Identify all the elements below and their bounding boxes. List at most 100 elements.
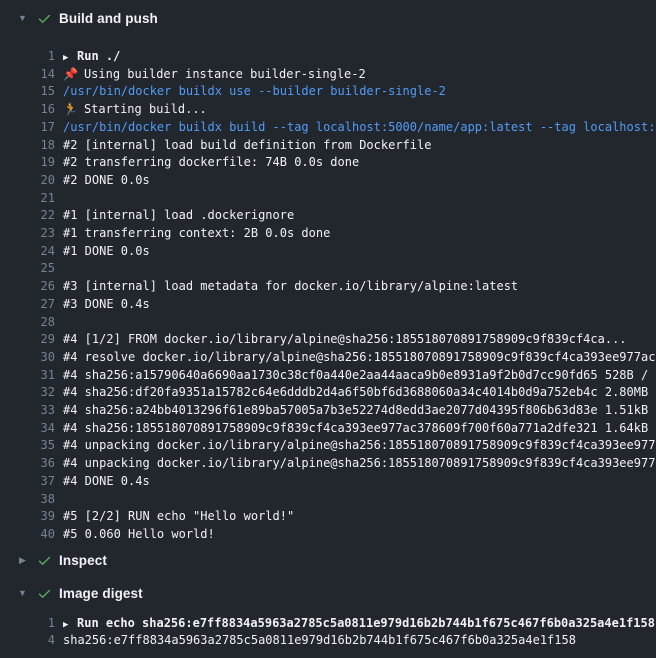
line-number[interactable]: 18 (0, 137, 55, 155)
log-line-content: 🏃Starting build... (63, 101, 207, 119)
line-number[interactable]: 37 (0, 473, 55, 491)
log-line-content: #3 DONE 0.4s (63, 296, 150, 314)
line-number[interactable]: 39 (0, 508, 55, 526)
log-line-content: #4 sha256:a24bb4013296f61e89ba57005a7b3e… (63, 402, 656, 420)
line-number[interactable]: 32 (0, 384, 55, 402)
line-number[interactable]: 20 (0, 172, 55, 190)
section-title-inspect: Inspect (59, 553, 107, 568)
log-line-content: #4 sha256:a15790640a6690aa1730c38cf0a440… (63, 367, 656, 385)
line-number[interactable]: 29 (0, 331, 55, 349)
log-line: 25 (0, 260, 656, 278)
line-number[interactable]: 23 (0, 225, 55, 243)
log-line: 1 ▶Run ./ (0, 48, 656, 66)
log-text: #4 unpacking docker.io/library/alpine@sh… (63, 438, 656, 452)
log-line: 16 🏃Starting build... (0, 101, 656, 119)
log-text: #4 sha256:df20fa9351a15782c64e6dddb2d4a6… (63, 385, 656, 399)
check-success-icon (37, 11, 52, 26)
log-line: 40 #5 0.060 Hello world! (0, 526, 656, 544)
log-line: 20 #2 DONE 0.0s (0, 172, 656, 190)
section-header-image-digest[interactable]: ▼Image digest (0, 577, 656, 610)
log-line-content: #4 unpacking docker.io/library/alpine@sh… (63, 455, 656, 473)
log-text: #4 sha256:185518070891758909c9f839cf4ca3… (63, 421, 656, 435)
log-line-content: sha256:e7ff8834a5963a2785c5a0811e979d16b… (63, 632, 576, 650)
log-lines-build-and-push: 1 ▶Run ./ 14 📌Using builder instance builde… (0, 36, 656, 544)
log-line: 28 (0, 314, 656, 332)
log-text: #4 unpacking docker.io/library/alpine@sh… (63, 456, 656, 470)
line-number[interactable]: 31 (0, 367, 55, 385)
line-number[interactable]: 15 (0, 83, 55, 101)
log-line: 26#3 [internal] load metadata for docker… (0, 278, 656, 296)
line-number[interactable]: 1 (0, 48, 55, 66)
log-line: 22 #1 [internal] load .dockerignore (0, 207, 656, 225)
line-number[interactable]: 38 (0, 491, 55, 509)
log-line: 29#4 [1/2] FROM docker.io/library/alpine… (0, 331, 656, 349)
log-text: #4 DONE 0.4s (63, 474, 150, 488)
log-line-content: #4 unpacking docker.io/library/alpine@sh… (63, 437, 656, 455)
line-number[interactable]: 25 (0, 260, 55, 278)
line-number[interactable]: 34 (0, 420, 55, 438)
log-line: 17/usr/bin/docker buildx build --tag loc… (0, 119, 656, 137)
line-number[interactable]: 28 (0, 314, 55, 332)
check-success-icon (37, 586, 52, 601)
section-title-build-and-push: Build and push (59, 11, 158, 26)
section-inspect: ▶ Inspect (0, 544, 656, 577)
log-line-content: #4 sha256:df20fa9351a15782c64e6dddb2d4a6… (63, 384, 656, 402)
log-text: #5 0.060 Hello world! (63, 527, 215, 541)
section-header-inspect[interactable]: ▶ Inspect (0, 544, 656, 577)
line-number[interactable]: 30 (0, 349, 55, 367)
log-text: Starting build... (84, 102, 207, 116)
line-number[interactable]: 22 (0, 207, 55, 225)
log-line-content: #4 DONE 0.4s (63, 473, 150, 491)
log-line-content: #1 transferring context: 2B 0.0s done (63, 225, 330, 243)
line-number[interactable]: 19 (0, 154, 55, 172)
log-line-content: #2 [internal] load build definition from… (63, 137, 431, 155)
log-line-content: 📌Using builder instance builder-single-2 (63, 66, 366, 84)
log-line: 27 #3 DONE 0.4s (0, 296, 656, 314)
log-line: 18 #2 [internal] load build definition fr… (0, 137, 656, 155)
line-number[interactable]: 17 (0, 119, 55, 137)
line-number[interactable]: 27 (0, 296, 55, 314)
line-number[interactable]: 35 (0, 437, 55, 455)
log-line: 39#5 [2/2] RUN echo "Hello world!" (0, 508, 656, 526)
log-text: Run echo sha256:e7ff8834a5963a2785c5a081… (77, 616, 655, 630)
log-line-content: ▶Run ./ (63, 48, 120, 66)
log-line-content: #4 sha256:185518070891758909c9f839cf4ca3… (63, 420, 656, 438)
line-number[interactable]: 14 (0, 66, 55, 84)
line-number[interactable]: 26 (0, 278, 55, 296)
line-number[interactable]: 40 (0, 526, 55, 544)
line-number[interactable]: 24 (0, 243, 55, 261)
line-number[interactable]: 21 (0, 190, 55, 208)
log-line-content: #1 DONE 0.0s (63, 243, 150, 261)
chevron-right-icon[interactable]: ▶ (16, 556, 29, 565)
log-line: 35 #4 unpacking docker.io/library/alpine@… (0, 437, 656, 455)
section-image-digest: ▼Image digest1▶Run echo sha256:e7ff8834a… (0, 577, 656, 650)
log-text: #1 [internal] load .dockerignore (63, 208, 294, 222)
log-line: 19#2 transferring dockerfile: 74B 0.0s d… (0, 154, 656, 172)
line-number[interactable]: 16 (0, 101, 55, 119)
log-text: #2 DONE 0.0s (63, 173, 150, 187)
log-lines-image-digest: 1▶Run echo sha256:e7ff8834a5963a2785c5a0… (0, 610, 656, 650)
line-number[interactable]: 4 (0, 632, 55, 650)
log-text: #3 DONE 0.4s (63, 297, 150, 311)
line-number[interactable]: 36 (0, 455, 55, 473)
chevron-down-icon[interactable]: ▼ (16, 14, 29, 23)
log-line-content: /usr/bin/docker buildx use --builder bui… (63, 83, 446, 101)
log-line: 31 #4 sha256:a15790640a6690aa1730c38cf0a4… (0, 367, 656, 385)
section-header-build-and-push[interactable]: ▼ Build and push (0, 0, 656, 36)
pushpin-icon: 📌 (63, 67, 78, 81)
line-number[interactable]: 33 (0, 402, 55, 420)
log-line: 37 #4 DONE 0.4s (0, 473, 656, 491)
chevron-down-icon[interactable]: ▼ (16, 589, 29, 598)
log-text: /usr/bin/docker buildx use --builder bui… (63, 84, 446, 98)
log-line-content: /usr/bin/docker buildx build --tag local… (63, 119, 656, 137)
log-line: 33 #4 sha256:a24bb4013296f61e89ba57005a7b… (0, 402, 656, 420)
log-text: #4 resolve docker.io/library/alpine@sha2… (63, 350, 656, 364)
log-line: 14 📌Using builder instance builder-single… (0, 66, 656, 84)
log-text: sha256:e7ff8834a5963a2785c5a0811e979d16b… (63, 633, 576, 647)
log-line: 38 (0, 491, 656, 509)
log-text: #4 sha256:a24bb4013296f61e89ba57005a7b3e… (63, 403, 656, 417)
line-number[interactable]: 1 (0, 615, 55, 633)
check-success-icon (37, 553, 52, 568)
log-text: #2 [internal] load build definition from… (63, 138, 431, 152)
log-line-content: #5 0.060 Hello world! (63, 526, 215, 544)
